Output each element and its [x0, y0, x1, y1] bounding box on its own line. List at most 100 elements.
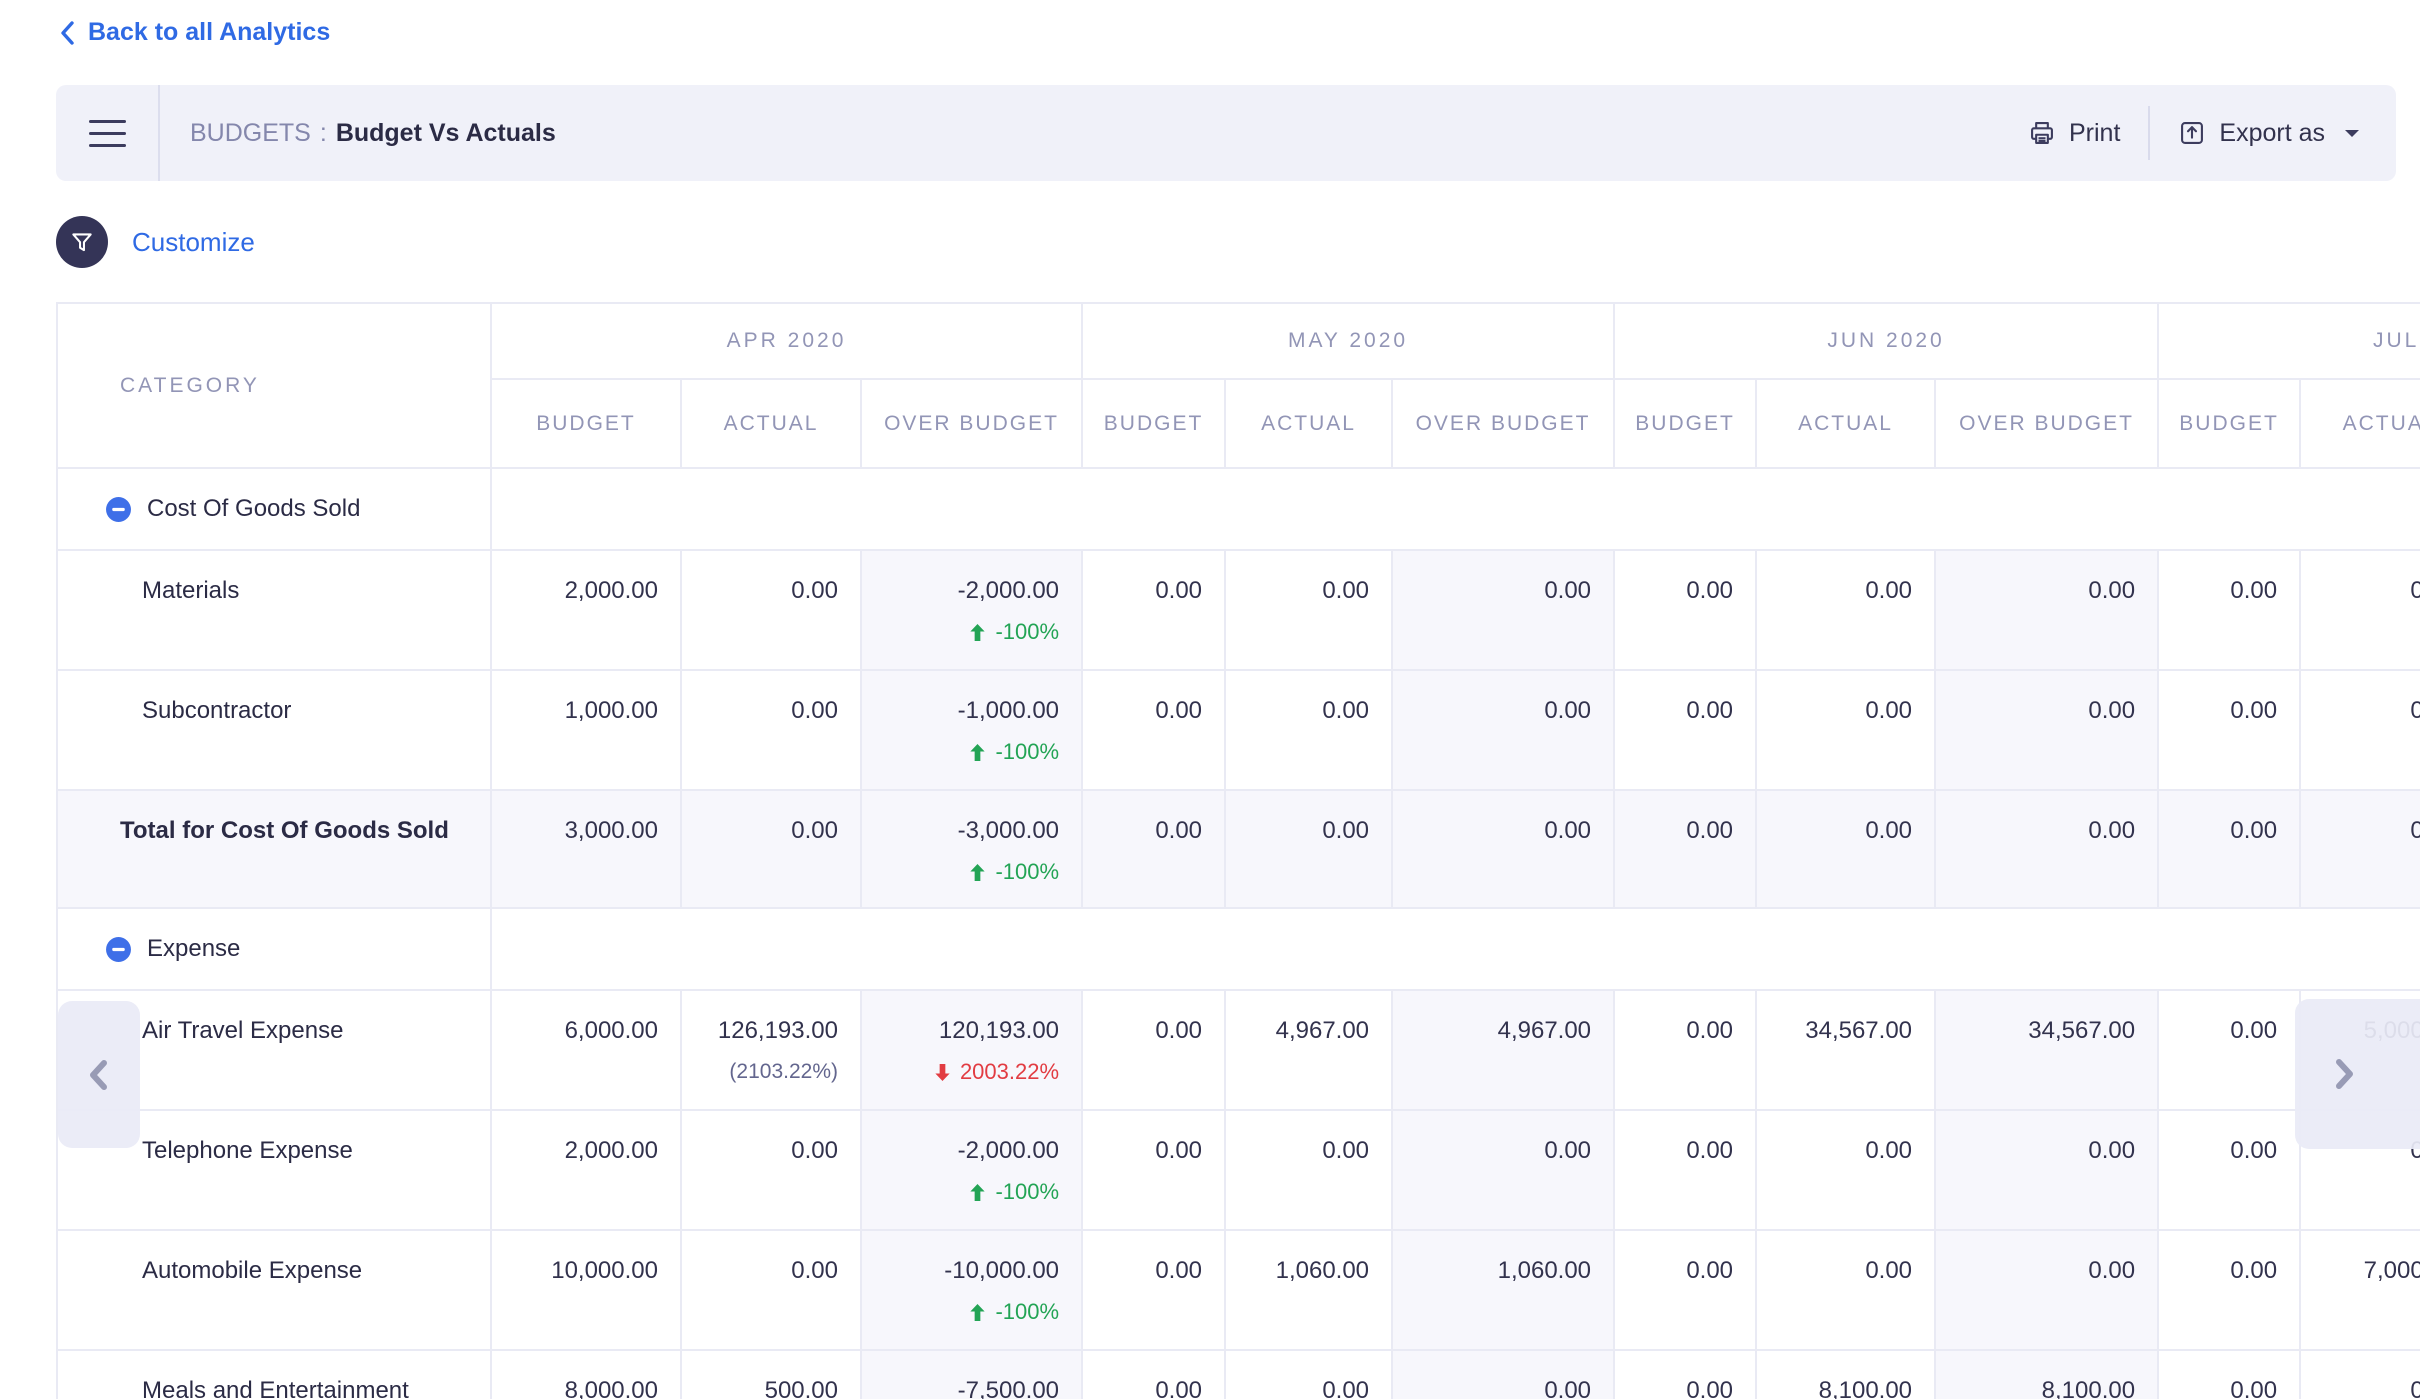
budget-cell: 0.00: [2158, 1110, 2300, 1230]
budget-cell: 0.00: [1614, 1230, 1756, 1350]
actual-cell: 0.00: [1225, 1110, 1392, 1230]
sub-column-header: ACTUAL: [1756, 379, 1935, 468]
actual-cell: 0.00: [681, 1230, 861, 1350]
actual-cell: 0.00: [2300, 1350, 2420, 1399]
over-budget-cell: 120,193.002003.22%: [861, 990, 1082, 1110]
filter-button[interactable]: [56, 216, 108, 268]
sub-column-header: OVER BUDGET: [1392, 379, 1614, 468]
category-column-header: CATEGORY: [57, 303, 491, 468]
over-budget-cell: -10,000.00-100%: [861, 1230, 1082, 1350]
sub-column-header: BUDGET: [491, 379, 681, 468]
budget-cell: 0.00: [1614, 1110, 1756, 1230]
scroll-right-button[interactable]: [2295, 999, 2420, 1149]
over-budget-cell: -3,000.00-100%: [861, 790, 1082, 908]
month-header: JUN 2020: [1614, 303, 2158, 379]
budget-cell: 0.00: [2158, 670, 2300, 790]
budget-cell: 0.00: [1614, 790, 1756, 908]
budget-cell: 0.00: [2158, 550, 2300, 670]
category-cell: Meals and Entertainment: [57, 1350, 491, 1399]
actual-cell: 0.00: [681, 550, 861, 670]
arrow-up-icon: [968, 743, 987, 762]
actual-cell: 0.00: [681, 790, 861, 908]
sub-column-header: OVER BUDGET: [861, 379, 1082, 468]
budget-cell: 2,000.00: [491, 1110, 681, 1230]
actual-cell: 0.00: [1225, 790, 1392, 908]
over-budget-cell: 0.00: [1392, 1350, 1614, 1399]
budget-cell: 0.00: [2158, 790, 2300, 908]
over-budget-delta: -100%: [862, 619, 1059, 645]
budget-cell: 0.00: [1082, 790, 1225, 908]
actual-percent-note: (2103.22%): [682, 1060, 838, 1084]
actual-cell: 0.00: [1756, 550, 1935, 670]
over-budget-cell: 34,567.00: [1935, 990, 2158, 1110]
over-budget-delta: 2003.22%: [862, 1059, 1059, 1085]
sub-column-header: OVER BUDGET: [1935, 379, 2158, 468]
category-cell: Subcontractor: [57, 670, 491, 790]
budget-cell: 0.00: [1614, 990, 1756, 1110]
actual-cell: 0.00: [1756, 1110, 1935, 1230]
table-row: Meals and Entertainment8,000.00500.00-7,…: [57, 1350, 2420, 1399]
budget-cell: 0.00: [1614, 1350, 1756, 1399]
category-cell: Automobile Expense: [57, 1230, 491, 1350]
collapse-icon: [105, 496, 132, 523]
group-row: Expense: [57, 908, 2420, 990]
budget-vs-actuals-table: CATEGORYAPR 2020MAY 2020JUN 2020JUL 2020…: [56, 302, 2420, 1399]
over-budget-cell: 4,967.00: [1392, 990, 1614, 1110]
sub-column-header: ACTUAL: [2300, 379, 2420, 468]
collapse-group-button[interactable]: [105, 936, 132, 963]
customize-link[interactable]: Customize: [132, 227, 255, 258]
table-row: Telephone Expense2,000.000.00-2,000.00-1…: [57, 1110, 2420, 1230]
collapse-group-button[interactable]: [105, 496, 132, 523]
table-row: Materials2,000.000.00-2,000.00-100%0.000…: [57, 550, 2420, 670]
print-button[interactable]: Print: [2028, 119, 2120, 148]
menu-button[interactable]: [56, 120, 158, 147]
actual-cell: 0.00: [1756, 790, 1935, 908]
over-budget-delta: -100%: [862, 739, 1059, 765]
caret-down-icon: [2342, 126, 2362, 140]
sub-column-header: BUDGET: [1614, 379, 1756, 468]
back-link[interactable]: Back to all Analytics: [58, 18, 330, 47]
export-as-button[interactable]: Export as: [2178, 119, 2362, 148]
month-header: JUL 2020: [2158, 303, 2420, 379]
budget-cell: 8,000.00: [491, 1350, 681, 1399]
actual-cell: 0.00: [1225, 670, 1392, 790]
toolbar-divider: [158, 85, 160, 181]
actual-cell: 8,100.00: [1756, 1350, 1935, 1399]
over-budget-cell: 0.00: [1392, 790, 1614, 908]
actual-cell: 0.00: [681, 1110, 861, 1230]
category-cell: Materials: [57, 550, 491, 670]
over-budget-cell: -1,000.00-100%: [861, 670, 1082, 790]
arrow-up-icon: [968, 623, 987, 642]
scroll-left-button[interactable]: [58, 1001, 140, 1148]
over-budget-delta: -100%: [862, 1179, 1059, 1205]
back-link-label: Back to all Analytics: [88, 18, 330, 47]
table-row: Air Travel Expense6,000.00126,193.00(210…: [57, 990, 2420, 1110]
budget-cell: 0.00: [2158, 990, 2300, 1110]
export-icon: [2178, 119, 2206, 147]
group-label: Cost Of Goods Sold: [147, 495, 360, 523]
over-budget-cell: 0.00: [1392, 670, 1614, 790]
sub-column-header: ACTUAL: [1225, 379, 1392, 468]
arrow-down-icon: [933, 1063, 952, 1082]
over-budget-cell: 1,060.00: [1392, 1230, 1614, 1350]
group-category-cell: Cost Of Goods Sold: [57, 468, 491, 550]
over-budget-cell: 0.00: [1935, 790, 2158, 908]
group-row-spacer: [491, 468, 2420, 550]
table-viewport: CATEGORYAPR 2020MAY 2020JUN 2020JUL 2020…: [56, 302, 2420, 1399]
actual-cell: 0.00: [681, 670, 861, 790]
report-section-label: BUDGETS: [190, 119, 311, 148]
over-budget-cell: 0.00: [1935, 1110, 2158, 1230]
actual-cell: 0.00: [1225, 550, 1392, 670]
title-separator: :: [320, 119, 327, 148]
over-budget-cell: -2,000.00-100%: [861, 1110, 1082, 1230]
sub-column-header: BUDGET: [1082, 379, 1225, 468]
budget-cell: 0.00: [1082, 1110, 1225, 1230]
sub-column-header: BUDGET: [2158, 379, 2300, 468]
actual-cell: 0.00: [1225, 1350, 1392, 1399]
export-as-label: Export as: [2219, 119, 2325, 148]
over-budget-cell: 0.00: [1935, 550, 2158, 670]
over-budget-cell: 0.00: [1935, 670, 2158, 790]
actual-cell: 34,567.00: [1756, 990, 1935, 1110]
actual-cell: 0.00: [2300, 670, 2420, 790]
printer-icon: [2028, 119, 2056, 147]
